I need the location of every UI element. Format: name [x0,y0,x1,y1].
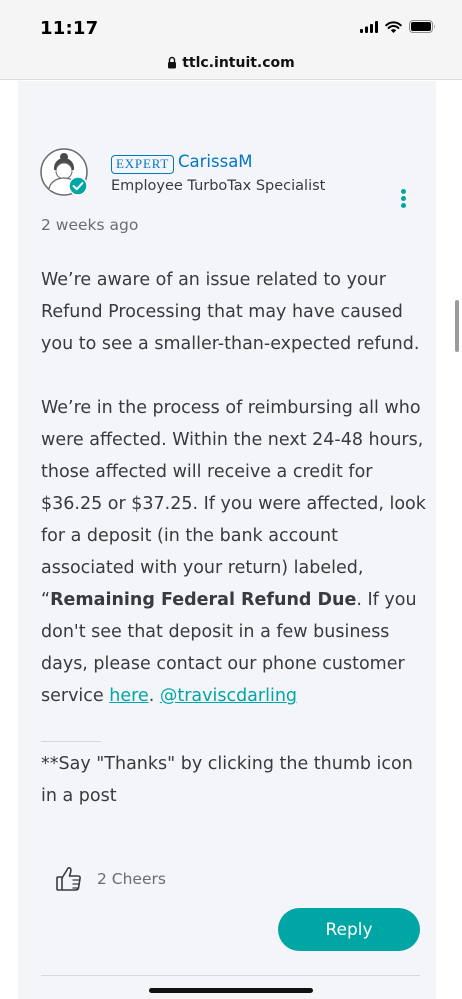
paragraph-2-text: We’re in the process of reimbursing all … [41,398,426,610]
scroll-indicator[interactable] [455,300,459,352]
url-bar[interactable]: ttlc.intuit.com [0,46,462,80]
here-link[interactable]: here [109,686,148,706]
cellular-signal-icon [360,20,378,33]
paragraph-2-separator: . [148,686,160,706]
author-title: Employee TurboTax Specialist [111,178,326,194]
cheers-count: 2 Cheers [97,870,166,888]
status-time: 11:17 [40,18,99,39]
wifi-icon [385,20,402,33]
battery-icon [409,20,435,33]
url-text: ttlc.intuit.com [182,54,295,71]
lock-icon [168,56,177,69]
status-bar: 11:17 [0,0,462,46]
mention-link[interactable]: @traviscdarling [160,686,297,706]
more-options-icon[interactable] [397,189,409,209]
paragraph-2-bold: Remaining Federal Refund Due [50,590,357,610]
avatar[interactable] [40,148,90,198]
author-name-link[interactable]: CarissaM [178,152,253,171]
home-indicator[interactable] [149,988,313,993]
thumbs-up-icon[interactable] [55,865,83,893]
signature-divider [41,741,101,742]
reply-button[interactable]: Reply [278,908,420,951]
expert-badge: EXPERT [111,155,175,174]
card-bottom-divider [41,975,420,976]
status-icons [360,20,436,33]
post-timestamp: 2 weeks ago [41,216,139,234]
signature-text: **Say "Thanks" by clicking the thumb ico… [41,754,413,806]
post-paragraph-2: We’re in the process of reimbursing all … [41,392,426,712]
post-paragraph-1: We’re aware of an issue related to your … [41,270,420,354]
